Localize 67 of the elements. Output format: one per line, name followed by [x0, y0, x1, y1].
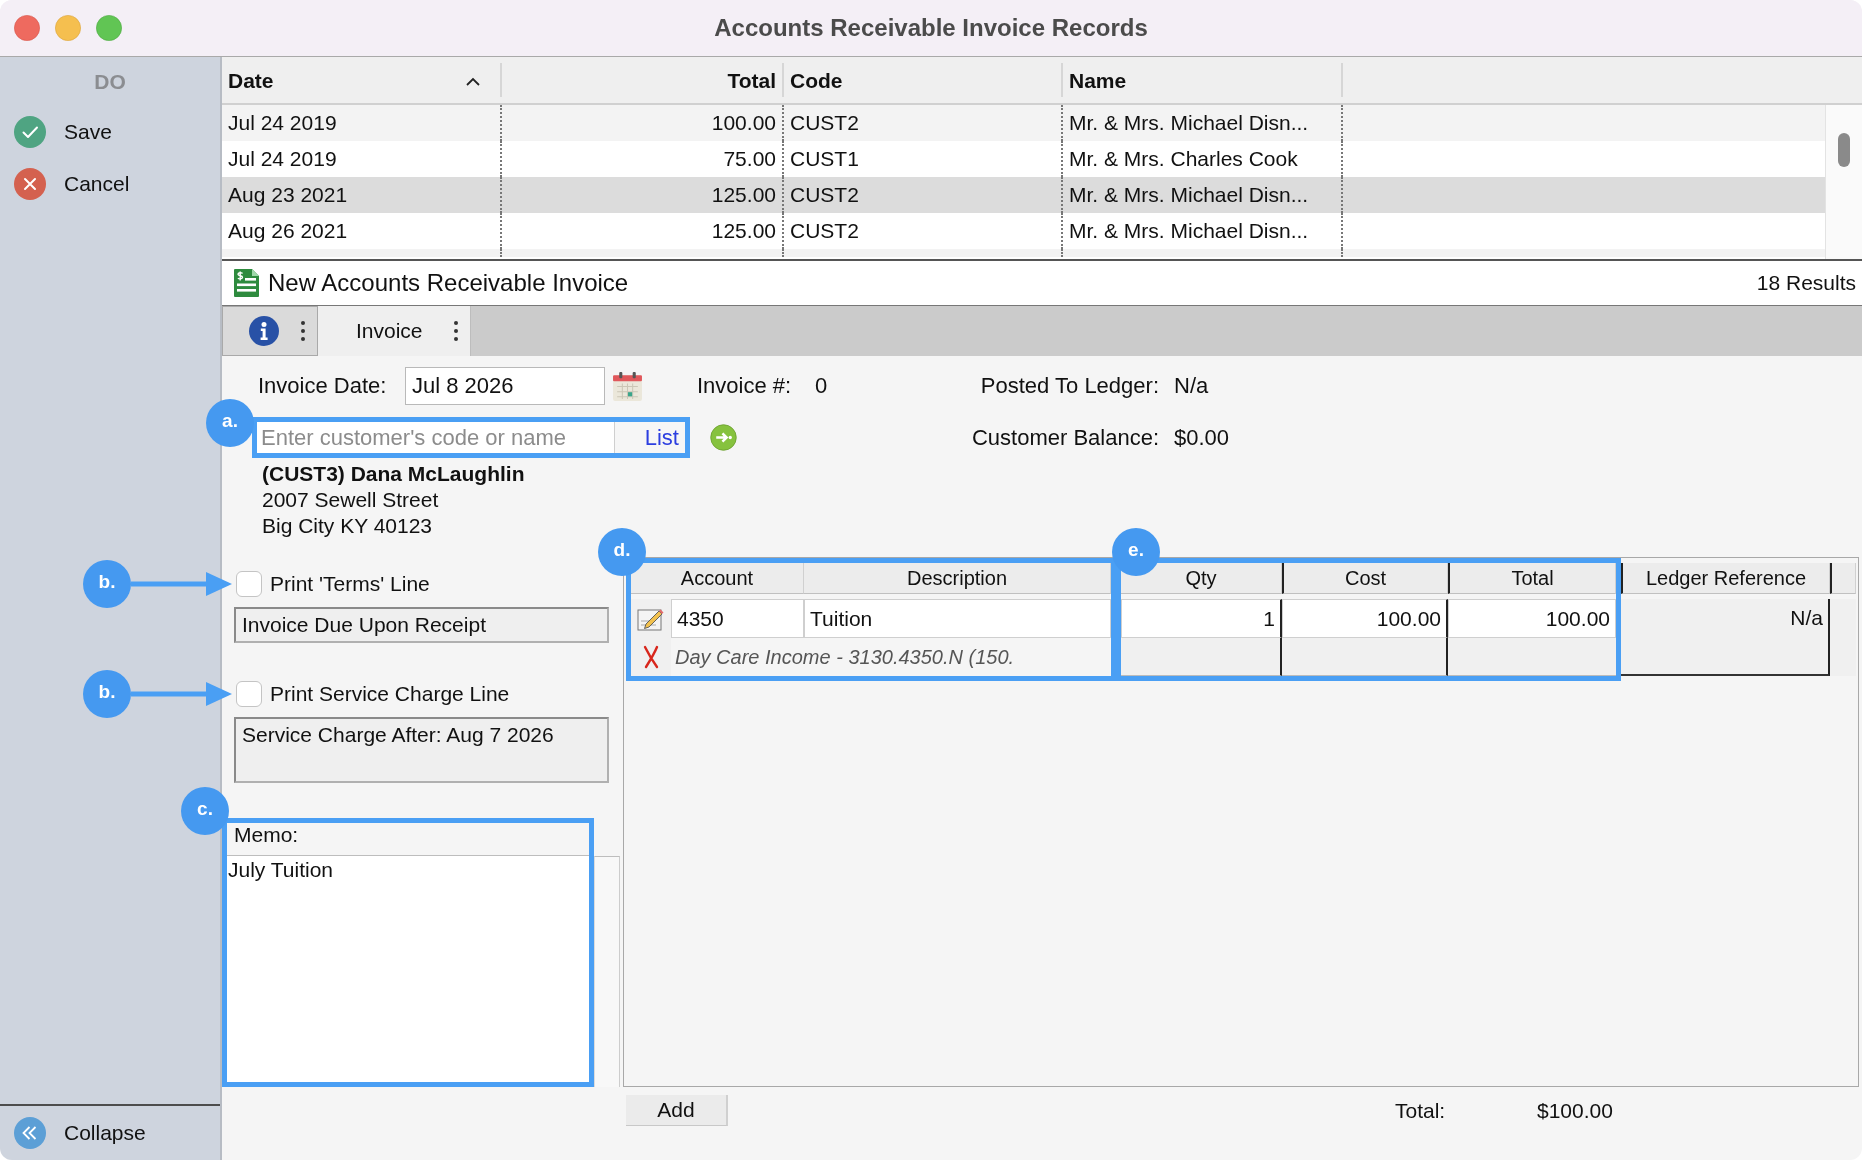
checkbox[interactable] — [236, 571, 262, 597]
table-cell: 1 — [1121, 599, 1282, 638]
column-header: Total — [1448, 563, 1616, 594]
double-chevron-left-icon — [14, 1117, 46, 1149]
address-line: Big City KY 40123 — [262, 513, 433, 539]
callout-marker: e. — [1112, 528, 1160, 576]
table-row[interactable]: Jul 24 2019 100.00 CUST2 Mr. & Mrs. Michael Disn... — [222, 105, 1825, 141]
table-cell: N/a — [1621, 599, 1830, 676]
column-header[interactable]: Date — [222, 63, 502, 97]
calendar-icon[interactable] — [612, 370, 643, 402]
cancel-button[interactable]: Cancel — [0, 164, 140, 204]
window-close-icon[interactable] — [14, 15, 40, 41]
total-label: Total: — [1395, 1098, 1446, 1122]
field-value: 0 — [815, 373, 828, 398]
column-header: Cost — [1282, 563, 1448, 594]
checkbox-label[interactable]: Print 'Terms' Line — [270, 572, 430, 596]
check-icon — [14, 116, 46, 148]
scrollbar-thumb[interactable] — [1838, 133, 1850, 167]
column-header[interactable]: Total — [502, 63, 784, 97]
invoice-document-icon — [232, 268, 260, 298]
cancel-icon — [14, 168, 46, 200]
table-cell: 100.00 — [1282, 599, 1448, 638]
address-line: 2007 Sewell Street — [262, 487, 439, 513]
save-button[interactable]: Save — [0, 112, 122, 152]
field-label: Posted To Ledger: — [980, 373, 1159, 399]
results-count: 18 Results — [1756, 271, 1856, 295]
table-cell: 100.00 — [1448, 599, 1616, 638]
total-value: $100.00 — [1537, 1098, 1613, 1123]
table-cell: Tuition — [804, 599, 1111, 638]
column-header[interactable]: Code — [784, 63, 1063, 97]
cross-icon[interactable] — [642, 645, 660, 669]
add-button[interactable]: Add — [626, 1095, 728, 1126]
field-value: $0.00 — [1174, 424, 1230, 451]
column-header — [1830, 563, 1856, 594]
field-label: Customer Balance: — [971, 424, 1159, 451]
checkbox-label[interactable]: Print Service Charge Line — [270, 682, 510, 706]
date-field[interactable]: Jul 8 2026 — [405, 367, 605, 405]
more-options-icon[interactable] — [453, 320, 459, 342]
column-header: Account — [631, 563, 804, 594]
field-label: Invoice #: — [697, 373, 792, 398]
text-field[interactable]: Invoice Due Upon Receipt — [234, 607, 609, 643]
text-field[interactable]: Service Charge After: Aug 7 2026 — [234, 717, 609, 783]
memo-label: Memo: — [234, 823, 299, 847]
field-value: N/a — [1174, 373, 1209, 399]
field-label: Invoice Date: — [258, 373, 387, 398]
window-title: Accounts Receivable Invoice Records — [714, 14, 1148, 42]
line-detail-text: Day Care Income - 3130.4350.N (150. — [675, 645, 1015, 669]
callout-marker: d. — [598, 528, 646, 576]
table-row[interactable]: Aug 23 2021 125.00 CUST2 Mr. & Mrs. Michael Disn... — [222, 177, 1825, 213]
tab[interactable] — [222, 306, 318, 356]
table-cell: 4350 — [671, 599, 804, 638]
collapse-button[interactable]: Collapse — [0, 1113, 156, 1153]
checkbox[interactable] — [236, 681, 262, 707]
info-icon — [249, 316, 279, 346]
memo-field[interactable]: July Tuition — [227, 856, 589, 1082]
more-options-icon[interactable] — [300, 320, 306, 342]
sidebar-heading: DO — [94, 70, 126, 94]
arrow-circle-icon[interactable] — [710, 424, 737, 451]
column-header: Description — [804, 563, 1111, 594]
column-header: Ledger Reference — [1621, 563, 1830, 594]
panel-title: New Accounts Receivable Invoice — [268, 269, 629, 297]
tab[interactable]: Invoice — [318, 306, 471, 356]
customer-name: (CUST3) Dana McLaughlin — [262, 461, 525, 487]
column-header[interactable]: Name — [1063, 63, 1343, 97]
window-zoom-icon[interactable] — [96, 15, 122, 41]
sort-caret-icon — [466, 76, 480, 86]
customer-search-field[interactable]: Enter customer's code or name — [257, 422, 614, 453]
